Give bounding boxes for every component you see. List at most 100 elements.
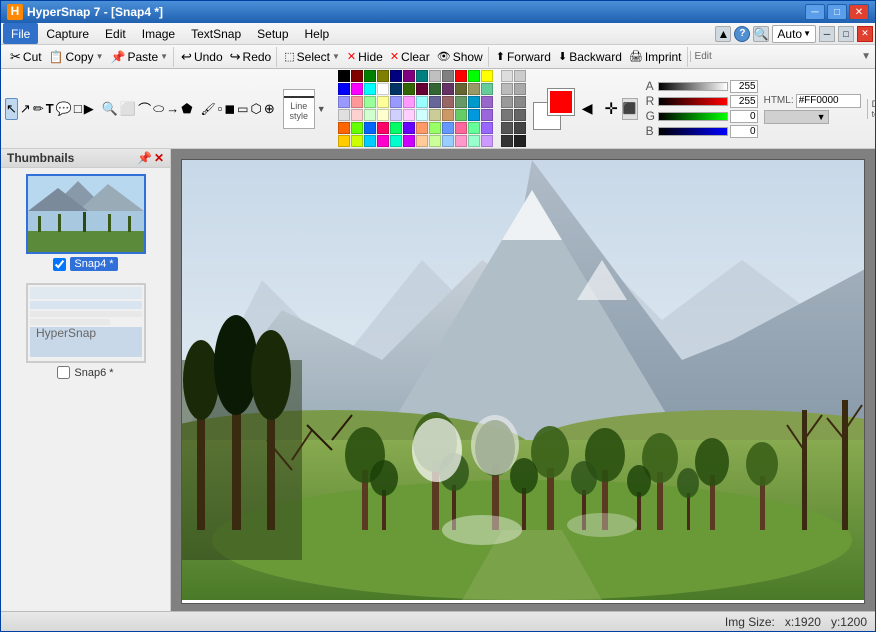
color-cell[interactable] <box>364 70 376 82</box>
color-cell[interactable] <box>442 83 454 95</box>
color-cell[interactable] <box>481 96 493 108</box>
oval-tool[interactable]: ⬭ <box>153 98 164 120</box>
color-cell[interactable] <box>364 122 376 134</box>
menu-setup[interactable]: Setup <box>249 23 296 44</box>
extra-color-cell[interactable] <box>501 83 513 95</box>
color-cell[interactable] <box>351 135 363 147</box>
foreground-color-swatch[interactable] <box>548 89 574 115</box>
thumb-snap6-checkbox[interactable] <box>57 366 70 379</box>
color-cell[interactable] <box>455 70 467 82</box>
color-cell[interactable] <box>390 122 402 134</box>
color-cell[interactable] <box>403 83 415 95</box>
color-picker-icon[interactable]: ⬛ <box>622 98 638 120</box>
window-close-icon[interactable]: ✕ <box>857 26 873 42</box>
color-cell[interactable] <box>377 83 389 95</box>
color-cell[interactable] <box>455 83 467 95</box>
auto-dropdown[interactable]: Auto ▼ <box>772 25 816 43</box>
color-cell[interactable] <box>403 96 415 108</box>
color-cell[interactable] <box>364 96 376 108</box>
eraser-tool[interactable]: ▫ <box>218 98 223 120</box>
color-cell[interactable] <box>364 109 376 121</box>
copy-button[interactable]: 📋 Copy ▼ <box>46 47 107 67</box>
zoom-tool[interactable]: 🔍 <box>102 98 118 120</box>
color-cell[interactable] <box>481 70 493 82</box>
color-cell[interactable] <box>429 70 441 82</box>
menu-file[interactable]: File <box>3 23 38 44</box>
color-cell[interactable] <box>429 83 441 95</box>
color-cell[interactable] <box>442 96 454 108</box>
color-cell[interactable] <box>390 96 402 108</box>
color-cell[interactable] <box>338 83 350 95</box>
arrow2-tool[interactable]: ▶ <box>84 98 94 120</box>
fill-tool[interactable]: ◼ <box>224 98 235 120</box>
clear-button[interactable]: ✕ Clear <box>387 47 433 67</box>
cut-button[interactable]: ✂ Cut <box>7 47 45 67</box>
color-cell[interactable] <box>351 70 363 82</box>
color-cell[interactable] <box>364 83 376 95</box>
help-icon[interactable]: ? <box>734 26 750 42</box>
arrowline-tool[interactable]: → <box>166 98 179 120</box>
color-cell[interactable] <box>377 109 389 121</box>
color-cell[interactable] <box>429 109 441 121</box>
extra-color-cell[interactable] <box>514 96 526 108</box>
color-cell[interactable] <box>442 70 454 82</box>
rect-tool[interactable]: ⬜ <box>120 98 136 120</box>
html-color-dropdown[interactable]: ▼ <box>764 110 829 124</box>
backward-button[interactable]: ⬇ Backward <box>555 47 625 67</box>
color-cell[interactable] <box>403 109 415 121</box>
color-cell[interactable] <box>416 83 428 95</box>
color-cell[interactable] <box>338 109 350 121</box>
thumbnail-snap6[interactable]: HyperSnap Snap6 * <box>1 277 170 385</box>
menu-textsnap[interactable]: TextSnap <box>183 23 249 44</box>
color-cell[interactable] <box>455 122 467 134</box>
undo-button[interactable]: ↩ Undo <box>178 47 226 67</box>
extra-color-cell[interactable] <box>514 135 526 147</box>
more-tool[interactable]: ⊕ <box>264 98 275 120</box>
color-cell[interactable] <box>455 96 467 108</box>
pencil-tool[interactable]: ✏ <box>33 98 44 120</box>
color-cell[interactable] <box>468 70 480 82</box>
line-style-selector[interactable]: Linestyle <box>283 89 315 129</box>
menu-edit[interactable]: Edit <box>97 23 134 44</box>
menu-image[interactable]: Image <box>134 23 183 44</box>
color-cell[interactable] <box>403 122 415 134</box>
canvas-area[interactable] <box>171 149 875 611</box>
color-cell[interactable] <box>481 135 493 147</box>
window-max-icon[interactable]: □ <box>838 26 854 42</box>
color-cell[interactable] <box>377 96 389 108</box>
color-cell[interactable] <box>481 109 493 121</box>
thumbnail-snap4[interactable]: Snap4 * <box>1 168 170 277</box>
roundrect-tool[interactable]: ▭ <box>237 98 248 120</box>
channel-b-input[interactable] <box>730 110 758 123</box>
color-cell[interactable] <box>351 109 363 121</box>
html-color-input[interactable] <box>796 94 861 108</box>
color-cell[interactable] <box>468 96 480 108</box>
color-prev-icon[interactable]: ◀ <box>582 100 593 117</box>
extra-color-cell[interactable] <box>514 83 526 95</box>
color-cell[interactable] <box>442 122 454 134</box>
arrow-tool[interactable]: ↖ <box>5 98 18 120</box>
extra-color-cell[interactable] <box>514 122 526 134</box>
color-cell[interactable] <box>377 122 389 134</box>
color-cell[interactable] <box>468 122 480 134</box>
color-cell[interactable] <box>390 83 402 95</box>
color-cell[interactable] <box>416 122 428 134</box>
color-cell[interactable] <box>455 109 467 121</box>
color-cell[interactable] <box>468 135 480 147</box>
forward-button[interactable]: ⬆ Forward <box>493 47 554 67</box>
color-cell[interactable] <box>416 109 428 121</box>
close-button[interactable]: ✕ <box>849 4 869 20</box>
channel-r-input[interactable] <box>730 80 758 93</box>
color-cell[interactable] <box>403 70 415 82</box>
search-icon[interactable]: 🔍 <box>753 26 769 42</box>
lasso-tool[interactable]: ⌒ <box>138 98 151 120</box>
color-cell[interactable] <box>390 70 402 82</box>
callout2-tool[interactable]: □ <box>74 98 82 120</box>
channel-a-bar[interactable] <box>658 127 728 136</box>
channel-r-bar[interactable] <box>658 82 728 91</box>
color-cell[interactable] <box>429 96 441 108</box>
paste-button[interactable]: 📌 Paste ▼ <box>107 47 171 67</box>
bezier-tool[interactable]: ↗ <box>20 98 31 120</box>
color-cell[interactable] <box>377 70 389 82</box>
extra-color-cell[interactable] <box>501 70 513 82</box>
